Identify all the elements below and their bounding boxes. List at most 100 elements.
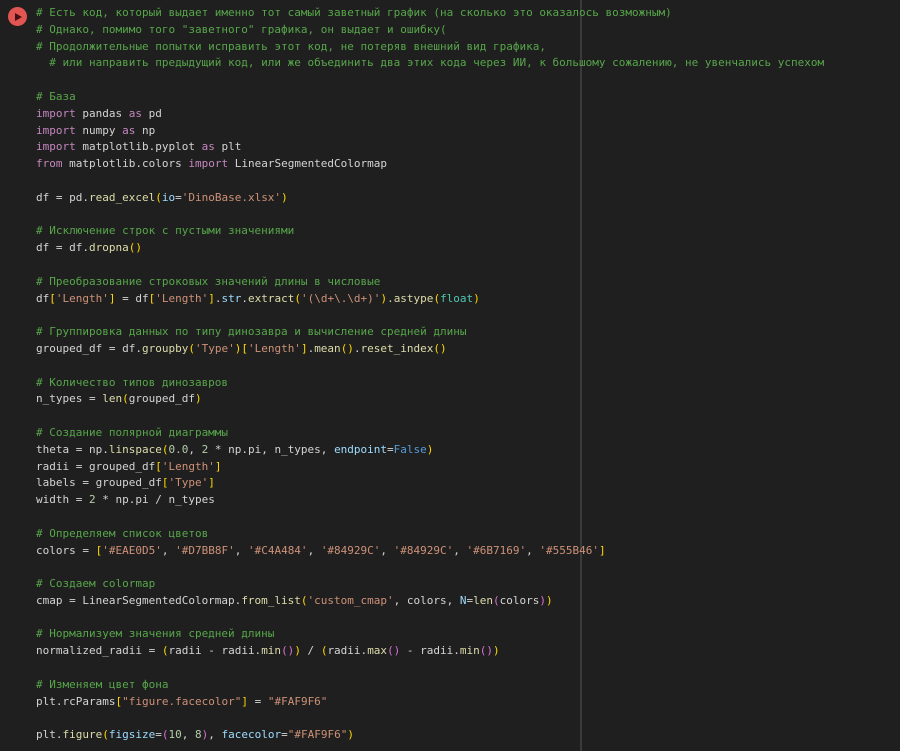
code-line[interactable]: # Группировка данных по типу динозавра и…	[36, 324, 824, 341]
code-line[interactable]: # Создаем colormap	[36, 576, 824, 593]
code-line[interactable]: df = pd.read_excel(io='DinoBase.xlsx')	[36, 190, 824, 207]
code-line[interactable]: # Продолжительные попытки исправить этот…	[36, 39, 824, 56]
code-token: colors =	[36, 543, 96, 557]
code-token: )	[493, 644, 500, 658]
code-editor[interactable]: # Есть код, который выдает именно тот са…	[36, 5, 824, 744]
code-token: ,	[380, 543, 394, 557]
code-line[interactable]: # Есть код, который выдает именно тот са…	[36, 5, 824, 22]
code-token: labels = grouped_df	[36, 476, 162, 490]
code-token: =	[281, 728, 288, 742]
code-token: io	[161, 190, 176, 204]
code-line[interactable]: import matplotlib.pyplot as plt	[36, 139, 824, 156]
code-token: 2	[88, 493, 96, 507]
code-line[interactable]	[36, 307, 824, 324]
code-line[interactable]	[36, 257, 824, 274]
code-token: =	[175, 190, 182, 204]
code-line[interactable]: colors = ['#EAE0D5', '#D7BB8F', '#C4A484…	[36, 543, 824, 560]
code-line[interactable]	[36, 710, 824, 727]
code-line[interactable]	[36, 408, 824, 425]
code-line[interactable]: # Преобразование строковых значений длин…	[36, 274, 824, 291]
code-line[interactable]: cmap = LinearSegmentedColormap.from_list…	[36, 593, 824, 610]
code-token: ()	[387, 644, 401, 658]
code-line[interactable]	[36, 509, 824, 526]
code-line[interactable]: import pandas as pd	[36, 106, 824, 123]
code-token: )	[473, 291, 480, 305]
code-line[interactable]: radii = grouped_df['Length']	[36, 459, 824, 476]
code-line[interactable]: width = 2 * np.pi / n_types	[36, 492, 824, 509]
code-token: radii = grouped_df	[36, 459, 156, 473]
code-token: # Продолжительные попытки исправить этот…	[36, 39, 546, 53]
code-token: ]	[208, 476, 215, 490]
code-token: # Определяем список цветов	[36, 526, 209, 540]
code-token: ()	[433, 341, 447, 355]
code-token: /	[300, 644, 321, 658]
code-token: ]	[241, 694, 248, 708]
code-token: groupby	[141, 341, 189, 355]
code-line[interactable]: # Определяем список цветов	[36, 526, 824, 543]
code-token: ,	[188, 442, 202, 456]
code-token: ()	[128, 241, 142, 255]
code-token: ,	[208, 728, 222, 742]
code-line[interactable]: from matplotlib.colors import LinearSegm…	[36, 156, 824, 173]
code-line[interactable]: theta = np.linspace(0.0, 2 * np.pi, n_ty…	[36, 442, 824, 459]
code-line[interactable]: # Создание полярной диаграммы	[36, 425, 824, 442]
code-line[interactable]: # или направить предыдущий код, или же о…	[36, 55, 824, 72]
code-line[interactable]	[36, 610, 824, 627]
code-line[interactable]: df['Length'] = df['Length'].str.extract(…	[36, 291, 824, 308]
code-line[interactable]	[36, 207, 824, 224]
code-token: ,	[526, 543, 540, 557]
code-token: .	[241, 291, 248, 305]
code-token: )	[539, 593, 546, 607]
code-line[interactable]: df = df.dropna()	[36, 240, 824, 257]
code-line[interactable]: grouped_df = df.groupby('Type')['Length'…	[36, 341, 824, 358]
code-line[interactable]: n_types = len(grouped_df)	[36, 391, 824, 408]
code-token: pandas	[75, 106, 129, 120]
code-token: linspace	[108, 442, 162, 456]
code-token: # Создание полярной диаграммы	[36, 425, 229, 439]
code-token: '#C4A484'	[247, 543, 308, 557]
code-token: radii - radii.	[168, 644, 262, 658]
code-line[interactable]: normalized_radii = (radii - radii.min())…	[36, 643, 824, 660]
code-line[interactable]: # Однако, помимо того "заветного" график…	[36, 22, 824, 39]
code-token: # Изменяем цвет фона	[36, 677, 169, 691]
code-token: .	[387, 291, 394, 305]
code-token: matplotlib.colors	[62, 157, 189, 171]
code-token: from	[36, 157, 63, 171]
code-line[interactable]: # Изменяем цвет фона	[36, 677, 824, 694]
code-token: (	[122, 392, 129, 406]
code-line[interactable]: plt.figure(figsize=(10, 8), facecolor="#…	[36, 727, 824, 744]
code-line[interactable]: # Количество типов динозавров	[36, 375, 824, 392]
code-line[interactable]	[36, 72, 824, 89]
code-token: ]	[208, 291, 215, 305]
code-token: df = pd.	[36, 190, 89, 204]
code-token: numpy	[75, 123, 123, 137]
code-token: )	[347, 728, 354, 742]
code-token: normalized_radii =	[36, 644, 162, 658]
code-token: )[	[234, 341, 248, 355]
code-token: =	[387, 442, 394, 456]
code-line[interactable]: # База	[36, 89, 824, 106]
code-token: min	[459, 644, 480, 658]
run-cell-button[interactable]	[8, 7, 27, 26]
code-token: # Исключение строк с пустыми значениями	[36, 224, 295, 238]
code-line[interactable]: import numpy as np	[36, 123, 824, 140]
code-token: # Однако, помимо того "заветного" график…	[36, 22, 447, 36]
code-token: * np.pi / n_types	[95, 493, 215, 507]
code-token: # Создаем colormap	[36, 577, 156, 591]
code-token: False	[393, 442, 427, 456]
code-line[interactable]	[36, 358, 824, 375]
code-token: # Есть код, который выдает именно тот са…	[36, 6, 672, 19]
code-line[interactable]	[36, 559, 824, 576]
code-token: [	[155, 459, 162, 473]
code-line[interactable]: labels = grouped_df['Type']	[36, 475, 824, 492]
code-token: as	[201, 140, 215, 154]
code-token: min	[261, 644, 282, 658]
code-token: , colors,	[393, 593, 460, 607]
code-line[interactable]: # Нормализуем значения средней длины	[36, 626, 824, 643]
code-token: - radii.	[400, 644, 460, 658]
code-token: .	[353, 341, 361, 355]
code-line[interactable]: # Исключение строк с пустыми значениями	[36, 223, 824, 240]
code-line[interactable]	[36, 660, 824, 677]
code-line[interactable]	[36, 173, 824, 190]
code-line[interactable]: plt.rcParams["figure.facecolor"] = "#FAF…	[36, 694, 824, 711]
